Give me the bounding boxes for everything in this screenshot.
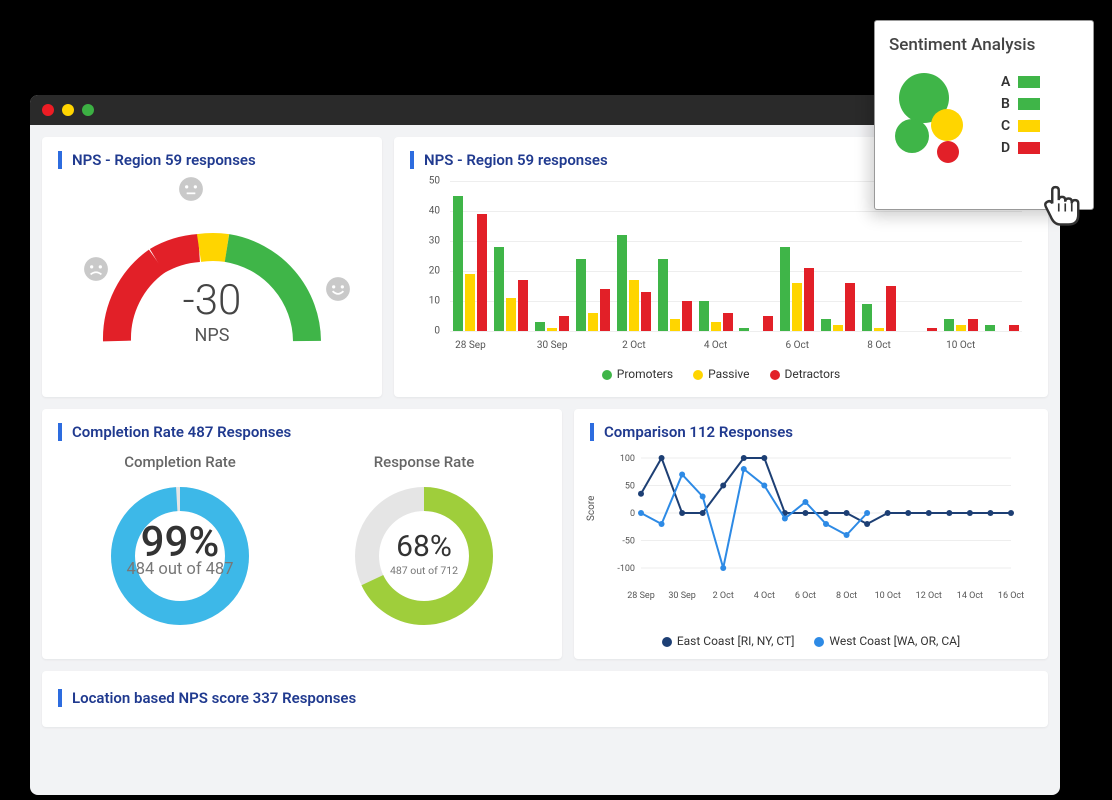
x-tick: 8 Oct bbox=[867, 340, 891, 351]
card-title: Comparison 112 Responses bbox=[590, 423, 1032, 441]
nps-gauge-chart: -30 NPS bbox=[58, 181, 366, 361]
svg-text:28 Sep: 28 Sep bbox=[627, 591, 655, 601]
x-tick: 4 Oct bbox=[704, 340, 728, 351]
sentiment-legend-item-c: C bbox=[1001, 118, 1040, 134]
window-close-button[interactable] bbox=[42, 104, 54, 116]
sentiment-title: Sentiment Analysis bbox=[889, 35, 1079, 55]
sentiment-legend-item-d: D bbox=[1001, 140, 1040, 156]
y-tick: 20 bbox=[410, 266, 440, 277]
sentiment-bubble-chart bbox=[889, 65, 989, 165]
svg-text:-50: -50 bbox=[622, 537, 635, 547]
donut-label: Response Rate bbox=[324, 453, 524, 471]
svg-text:-100: -100 bbox=[617, 564, 635, 574]
nps-score-value: -30 bbox=[183, 276, 242, 325]
svg-text:100: 100 bbox=[620, 454, 635, 464]
window-zoom-button[interactable] bbox=[82, 104, 94, 116]
location-nps-card: Location based NPS score 337 Responses bbox=[42, 671, 1048, 727]
svg-text:12 Oct: 12 Oct bbox=[916, 591, 942, 601]
legend-item-east: East Coast [RI, NY, CT] bbox=[662, 634, 795, 648]
y-tick: 0 bbox=[410, 326, 440, 337]
comparison-line-chart: Score -100-5005010028 Sep30 Sep2 Oct4 Oc… bbox=[590, 453, 1032, 628]
card-title: Location based NPS score 337 Responses bbox=[58, 689, 1032, 707]
bar-chart-legend: Promoters Passive Detractors bbox=[410, 367, 1032, 381]
x-tick: 10 Oct bbox=[946, 340, 975, 351]
y-tick: 40 bbox=[410, 206, 440, 217]
donut-label: Completion Rate bbox=[80, 453, 280, 471]
svg-text:2 Oct: 2 Oct bbox=[713, 591, 734, 601]
svg-text:487 out of 712: 487 out of 712 bbox=[390, 564, 458, 577]
response-rate-donut: Response Rate 68% 487 out of 712 bbox=[324, 453, 524, 635]
svg-text:10 Oct: 10 Oct bbox=[875, 591, 901, 601]
card-title: NPS - Region 59 responses bbox=[58, 151, 366, 169]
svg-text:30 Sep: 30 Sep bbox=[668, 591, 696, 601]
window-minimize-button[interactable] bbox=[62, 104, 74, 116]
svg-text:4 Oct: 4 Oct bbox=[754, 591, 775, 601]
y-axis-label: Score bbox=[586, 495, 597, 520]
nps-score-label: NPS bbox=[183, 325, 242, 346]
completion-rate-donut: Completion Rate 99% 484 out of 487 bbox=[80, 453, 280, 635]
svg-text:68%: 68% bbox=[396, 529, 452, 564]
sentiment-legend: A B C D bbox=[1001, 74, 1040, 156]
completion-card: Completion Rate 487 Responses Completion… bbox=[42, 409, 562, 659]
x-tick: 2 Oct bbox=[622, 340, 646, 351]
legend-item-passive: Passive bbox=[693, 367, 749, 381]
line-chart-legend: East Coast [RI, NY, CT] West Coast [WA, … bbox=[590, 634, 1032, 648]
sad-face-icon bbox=[83, 256, 109, 282]
sentiment-legend-item-b: B bbox=[1001, 96, 1040, 112]
svg-text:8 Oct: 8 Oct bbox=[836, 591, 857, 601]
card-title: Completion Rate 487 Responses bbox=[58, 423, 546, 441]
y-tick: 50 bbox=[410, 176, 440, 187]
x-tick: 6 Oct bbox=[786, 340, 810, 351]
pointer-cursor-icon bbox=[1036, 179, 1088, 235]
y-tick: 10 bbox=[410, 296, 440, 307]
nps-gauge-card: NPS - Region 59 responses -30 NPS bbox=[42, 137, 382, 397]
svg-text:50: 50 bbox=[625, 482, 635, 492]
sentiment-legend-item-a: A bbox=[1001, 74, 1040, 90]
svg-text:16 Oct: 16 Oct bbox=[998, 591, 1024, 601]
neutral-face-icon bbox=[178, 176, 204, 202]
comparison-card: Comparison 112 Responses Score -100 -50 0 5… bbox=[574, 409, 1048, 659]
svg-text:6 Oct: 6 Oct bbox=[795, 591, 816, 601]
happy-face-icon bbox=[325, 276, 351, 302]
y-tick: 30 bbox=[410, 236, 440, 247]
x-tick: 28 Sep bbox=[455, 340, 486, 351]
sentiment-analysis-card[interactable]: Sentiment Analysis A B C D bbox=[874, 20, 1094, 210]
x-tick: 30 Sep bbox=[537, 340, 568, 351]
legend-item-west: West Coast [WA, OR, CA] bbox=[814, 634, 960, 648]
svg-text:14 Oct: 14 Oct bbox=[957, 591, 983, 601]
dashboard-content: NPS - Region 59 responses -30 NPS bbox=[30, 125, 1060, 739]
legend-item-promoters: Promoters bbox=[602, 367, 673, 381]
svg-text:0: 0 bbox=[630, 509, 635, 519]
svg-text:484 out of 487: 484 out of 487 bbox=[127, 560, 234, 579]
legend-item-detractors: Detractors bbox=[770, 367, 841, 381]
